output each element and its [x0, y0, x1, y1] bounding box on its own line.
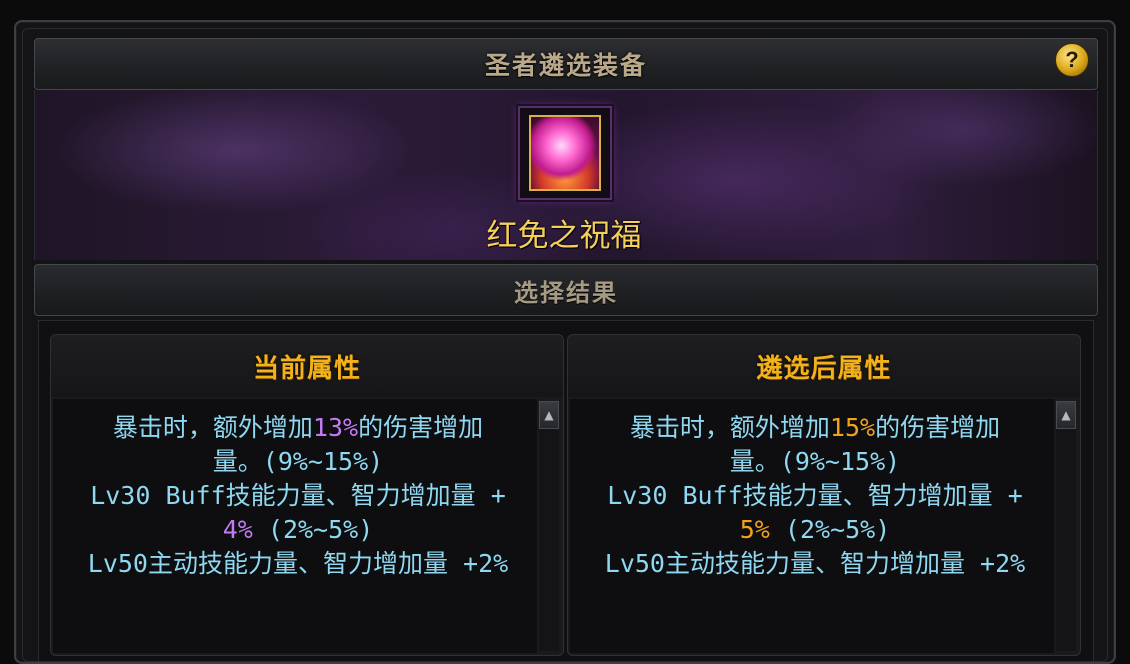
current-attributes-text: 暴击时，额外增加13%的伤害增加 量。(9%~15%) Lv30 Buff技能力… [63, 411, 533, 581]
after-attributes-text: 暴击时，额外增加15%的伤害增加 量。(9%~15%) Lv30 Buff技能力… [580, 411, 1050, 581]
attribute-line: 量。(9%~15%) [212, 447, 384, 476]
after-attributes-panel: 遴选后属性 暴击时，额外增加15%的伤害增加 量。(9%~15%) Lv30 B… [567, 334, 1081, 656]
attribute-line: Lv30 Buff技能力量、智力增加量 + [90, 481, 506, 510]
attribute-line: Lv50主动技能力量、智力增加量 +2% [604, 549, 1026, 578]
help-icon[interactable]: ? [1055, 43, 1089, 77]
attribute-line: 暴击时，额外增加13%的伤害增加 [112, 413, 484, 442]
current-attributes-body: 暴击时，额外增加13%的伤害增加 量。(9%~15%) Lv30 Buff技能力… [53, 399, 537, 653]
attribute-line: 量。(9%~15%) [729, 447, 901, 476]
window-title-bar: 圣者遴选装备 [34, 38, 1098, 90]
after-attributes-title: 遴选后属性 [756, 353, 892, 384]
result-section-bar: 选择结果 [34, 264, 1098, 316]
scroll-up-icon[interactable]: ▲ [1056, 401, 1076, 429]
current-attributes-header: 当前属性 [51, 335, 563, 397]
attribute-value: 13% [312, 413, 359, 442]
current-attributes-scrollbar[interactable]: ▲ [539, 401, 559, 651]
attribute-value: 5% [739, 515, 770, 544]
window-title: 圣者遴选装备 [484, 51, 647, 80]
item-name: 红免之祝福 [486, 218, 642, 254]
current-attributes-title: 当前属性 [252, 353, 361, 384]
result-section-title: 选择结果 [514, 277, 618, 307]
attribute-line: Lv30 Buff技能力量、智力增加量 + [607, 481, 1023, 510]
scroll-up-icon[interactable]: ▲ [539, 401, 559, 429]
attribute-value: 4% [222, 515, 253, 544]
red-rabbit-blessing-icon [529, 115, 601, 191]
after-attributes-scrollbar[interactable]: ▲ [1056, 401, 1076, 651]
attribute-line: Lv50主动技能力量、智力增加量 +2% [87, 549, 509, 578]
after-attributes-header: 遴选后属性 [568, 335, 1080, 397]
item-slot[interactable] [518, 106, 612, 200]
attribute-line: 暴击时，额外增加15%的伤害增加 [629, 413, 1001, 442]
attribute-line: 4% (2%~5%) [222, 515, 374, 544]
after-attributes-body: 暴击时，额外增加15%的伤害增加 量。(9%~15%) Lv30 Buff技能力… [570, 399, 1054, 653]
current-attributes-panel: 当前属性 暴击时，额外增加13%的伤害增加 量。(9%~15%) Lv30 Bu… [50, 334, 564, 656]
attribute-line: 5% (2%~5%) [739, 515, 891, 544]
attribute-value: 15% [829, 413, 876, 442]
